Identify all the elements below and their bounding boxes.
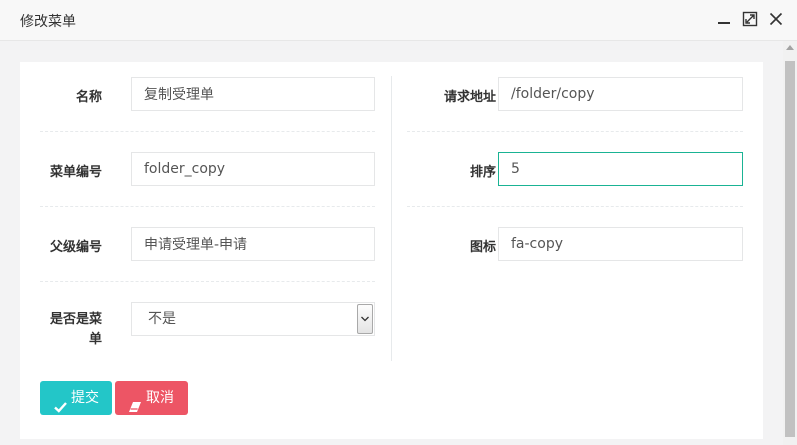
row-separator — [40, 281, 375, 282]
is-menu-selected: 不是 — [148, 311, 176, 327]
row-separator — [407, 206, 743, 207]
parent-code-input[interactable] — [131, 227, 375, 261]
column-divider — [391, 76, 392, 361]
menu-code-label: 菜单编号 — [49, 165, 102, 180]
dialog-titlebar: 修改菜单 — [0, 0, 797, 41]
is-menu-label-line2: 单 — [88, 332, 102, 347]
is-menu-select[interactable]: 不是 — [131, 302, 375, 336]
name-input[interactable] — [131, 77, 375, 111]
form-panel: 名称 请求地址 菜单编号 排序 父级编号 图标 是否是菜 单 不是 提交 — [20, 62, 763, 439]
parent-code-label: 父级编号 — [49, 240, 102, 255]
cancel-button[interactable]: 取消 — [115, 381, 188, 415]
vertical-scrollbar[interactable] — [783, 41, 797, 445]
order-label: 排序 — [469, 165, 496, 180]
is-menu-label-line1: 是否是菜 — [49, 312, 102, 327]
chevron-down-icon[interactable] — [357, 304, 373, 334]
order-input[interactable] — [498, 152, 743, 186]
maximize-icon[interactable] — [741, 10, 759, 28]
row-separator — [40, 131, 375, 132]
url-label: 请求地址 — [443, 90, 496, 105]
check-icon — [54, 392, 67, 426]
url-input[interactable] — [498, 77, 743, 111]
cancel-label: 取消 — [146, 390, 174, 406]
is-menu-label: 是否是菜 单 — [40, 310, 102, 350]
icon-label: 图标 — [469, 240, 496, 255]
submit-label: 提交 — [71, 390, 99, 406]
scroll-up-icon[interactable] — [786, 45, 794, 50]
dialog-title: 修改菜单 — [20, 14, 76, 30]
minimize-icon[interactable] — [715, 10, 733, 28]
row-separator — [407, 131, 743, 132]
name-label: 名称 — [75, 90, 102, 105]
row-separator — [40, 206, 375, 207]
eraser-icon — [128, 392, 142, 426]
menu-code-input[interactable] — [131, 152, 375, 186]
close-icon[interactable] — [767, 10, 785, 28]
icon-input[interactable] — [498, 227, 743, 261]
submit-button[interactable]: 提交 — [40, 381, 112, 415]
scroll-thumb[interactable] — [785, 61, 795, 437]
